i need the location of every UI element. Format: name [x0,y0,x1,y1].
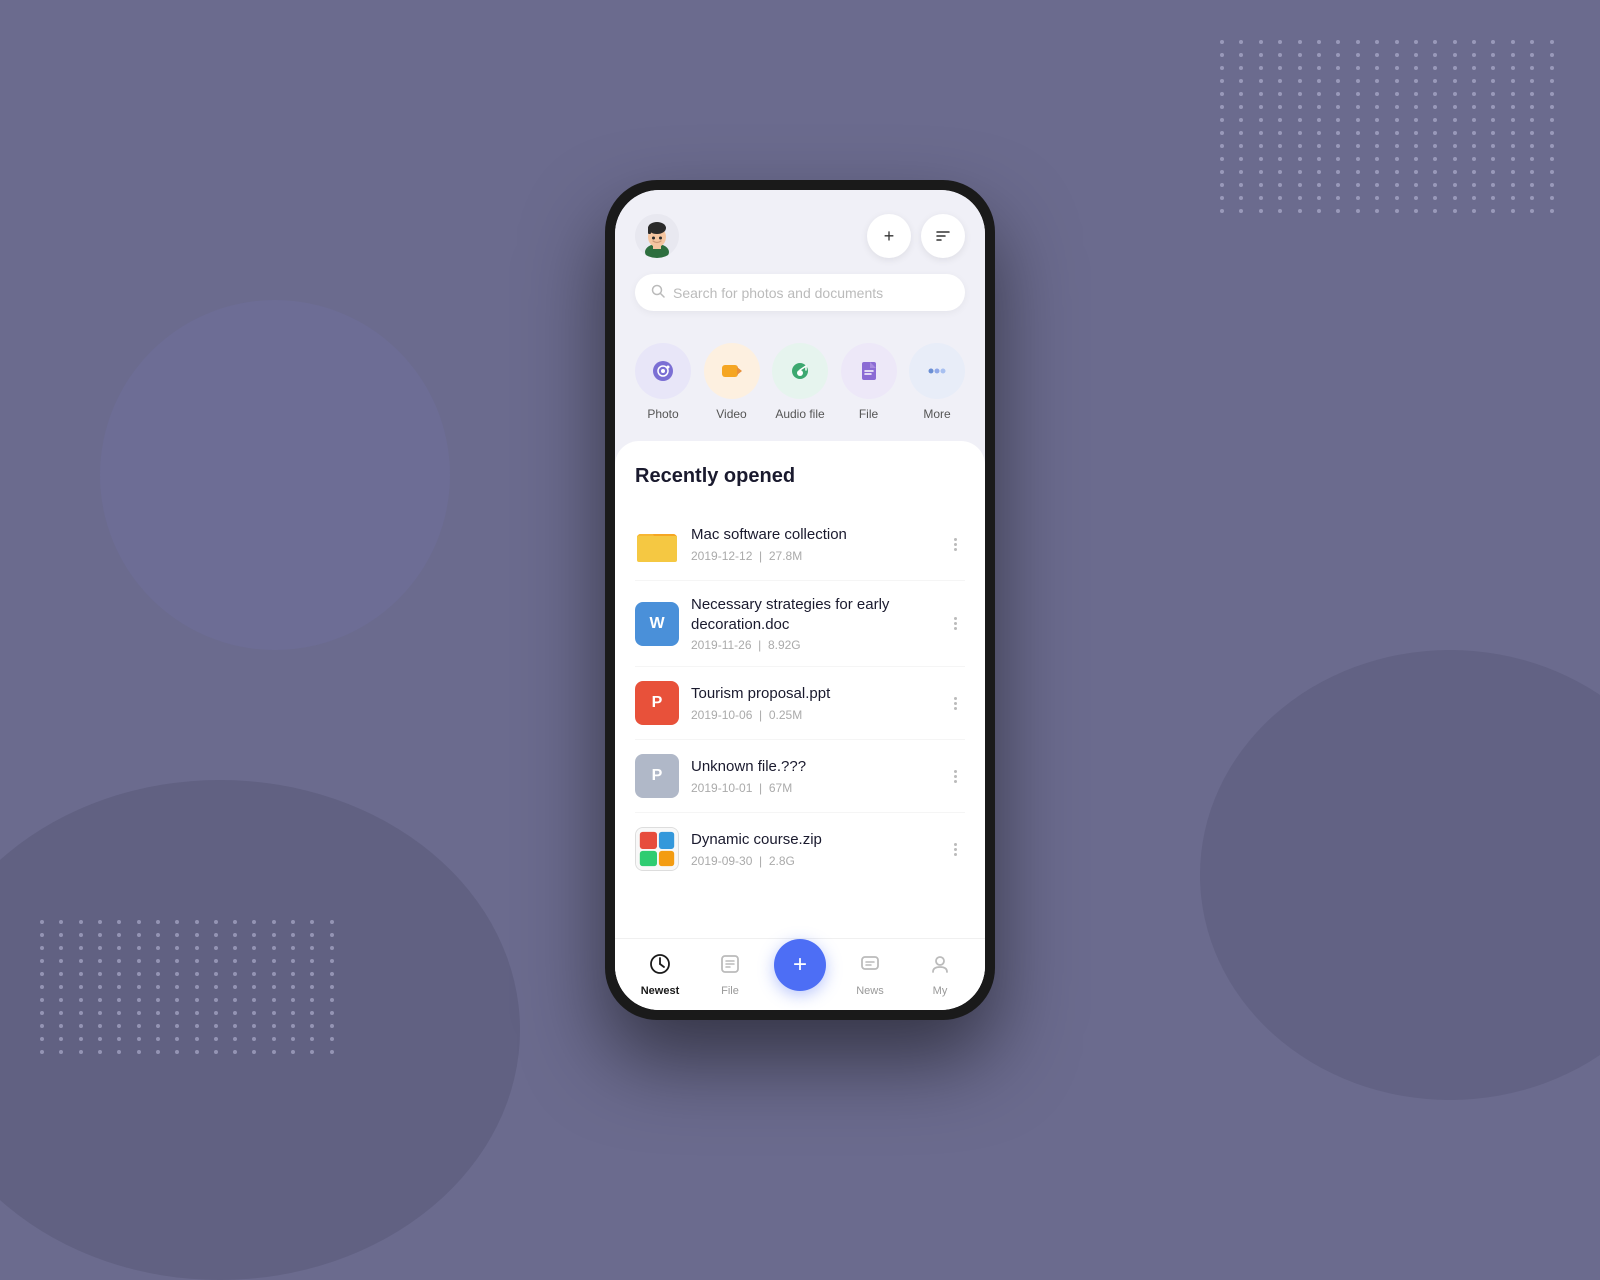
file-more-button[interactable] [946,613,965,634]
file-meta: 2019-10-01 | 67M [691,781,946,795]
category-video[interactable]: Video [704,343,760,421]
categories-row: Photo Video [615,327,985,441]
search-placeholder-text: Search for photos and documents [673,285,883,301]
file-info: Unknown file.??? 2019-10-01 | 67M [691,757,946,795]
video-label: Video [716,407,746,421]
nav-add[interactable]: + [765,939,835,999]
file-info: Necessary strategies for early decoratio… [691,595,946,652]
file-list: Mac software collection 2019-12-12 | 27.… [635,508,965,885]
file-item[interactable]: P Tourism proposal.ppt 2019-10-06 | 0.25… [635,667,965,740]
nav-newest-label: Newest [641,985,680,997]
nav-news[interactable]: News [835,953,905,997]
file-info: Tourism proposal.ppt 2019-10-06 | 0.25M [691,684,946,722]
phone-screen: + [615,190,985,1010]
nav-news-label: News [856,985,884,997]
nav-file-label: File [721,985,739,997]
unknown-icon: P [635,754,679,798]
audio-icon [772,343,828,399]
file-name: Dynamic course.zip [691,830,946,850]
word-icon: W [635,602,679,646]
audio-label: Audio file [775,407,824,421]
file-label: File [859,407,878,421]
more-label: More [923,407,950,421]
file-item[interactable]: Mac software collection 2019-12-12 | 27.… [635,508,965,581]
header-top: + [635,214,965,258]
bottom-nav: Newest File + [615,938,985,1010]
zip-icon [635,827,679,871]
nav-file[interactable]: File [695,953,765,997]
category-photo[interactable]: Photo [635,343,691,421]
news-nav-icon [859,953,881,981]
file-info: Mac software collection 2019-12-12 | 27.… [691,525,946,563]
avatar[interactable] [635,214,679,258]
photo-label: Photo [647,407,678,421]
file-more-button[interactable] [946,693,965,714]
file-meta: 2019-10-06 | 0.25M [691,708,946,722]
main-content: Recently opened Mac softwar [615,441,985,1010]
search-icon [651,284,665,301]
file-meta: 2019-09-30 | 2.8G [691,854,946,868]
nav-newest[interactable]: Newest [625,953,695,997]
phone-shell: + [605,180,995,1020]
header-actions: + [867,214,965,258]
add-button[interactable]: + [867,214,911,258]
folder-icon [635,522,679,566]
file-more-button[interactable] [946,766,965,787]
category-file[interactable]: File [841,343,897,421]
file-meta: 2019-12-12 | 27.8M [691,549,946,563]
category-audio[interactable]: Audio file [772,343,828,421]
nav-my-label: My [933,985,948,997]
file-icon-cat [841,343,897,399]
file-item[interactable]: P Unknown file.??? 2019-10-01 | 67M [635,740,965,813]
nav-my[interactable]: My [905,953,975,997]
file-meta: 2019-11-26 | 8.92G [691,638,946,652]
header: + [615,190,985,327]
my-nav-icon [929,953,951,981]
search-bar[interactable]: Search for photos and documents [635,274,965,311]
file-item[interactable]: W Necessary strategies for early decorat… [635,581,965,667]
file-item[interactable]: Dynamic course.zip 2019-09-30 | 2.8G [635,813,965,885]
file-more-button[interactable] [946,839,965,860]
file-name: Necessary strategies for early decoratio… [691,595,946,634]
video-icon [704,343,760,399]
file-name: Unknown file.??? [691,757,946,777]
newest-nav-icon [649,953,671,981]
recently-opened-title: Recently opened [635,465,965,488]
ppt-icon: P [635,681,679,725]
file-name: Tourism proposal.ppt [691,684,946,704]
category-more[interactable]: More [909,343,965,421]
nav-add-button[interactable]: + [774,939,826,991]
file-name: Mac software collection [691,525,946,545]
file-more-button[interactable] [946,534,965,555]
photo-icon [635,343,691,399]
file-nav-icon [719,953,741,981]
more-icon [909,343,965,399]
sort-button[interactable] [921,214,965,258]
file-info: Dynamic course.zip 2019-09-30 | 2.8G [691,830,946,868]
